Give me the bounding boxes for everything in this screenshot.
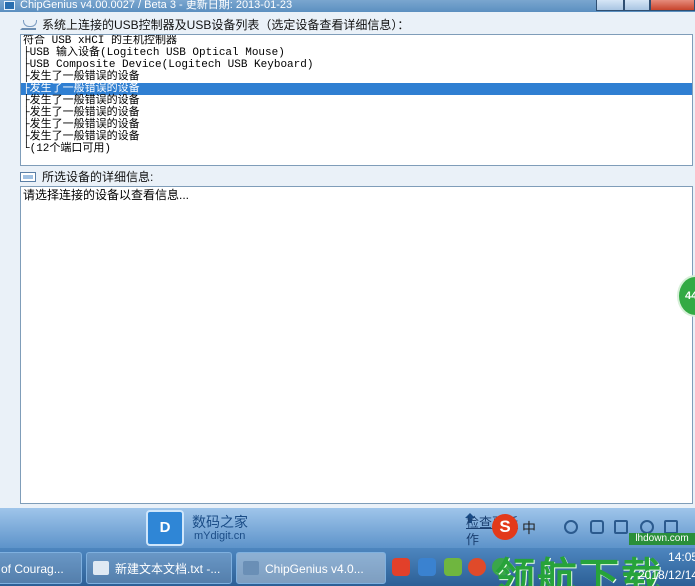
device-list-header-label: 系统上连接的USB控制器及USB设备列表（选定设备查看详细信息）： xyxy=(42,18,410,32)
skin-icon[interactable] xyxy=(640,520,654,534)
microphone-icon[interactable] xyxy=(590,520,604,534)
taskbar-item-label: 新建文本文档.txt -... xyxy=(115,562,221,576)
device-list-row[interactable]: ├USB 输入设备(Logitech USB Optical Mouse) xyxy=(21,47,692,59)
device-list-row[interactable]: ├发生了一般错误的设备 xyxy=(21,119,692,131)
app-icon xyxy=(4,1,15,10)
taskbar-item-label: ChipGenius v4.0... xyxy=(265,562,364,576)
taskbar-item-courage[interactable]: of Courag... xyxy=(0,552,82,584)
maximize-button[interactable] xyxy=(624,0,650,11)
taskbar-item-chipgenius[interactable]: ChipGenius v4.0... xyxy=(236,552,386,584)
site-name[interactable]: 数码之家 xyxy=(192,512,248,532)
device-list-row[interactable]: ├发生了一般错误的设备 xyxy=(21,71,692,83)
site-url[interactable]: mYdigit.cn xyxy=(194,530,245,542)
tray-browser-icon[interactable] xyxy=(468,558,486,576)
toolbox-icon[interactable] xyxy=(664,520,678,534)
chipgenius-icon xyxy=(243,561,259,575)
author-link[interactable]: 作 xyxy=(466,529,479,548)
minimize-button[interactable] xyxy=(596,0,624,11)
taskbar-clock[interactable]: 14:05 2018/12/14 xyxy=(638,548,695,584)
notepad-icon xyxy=(93,561,109,575)
device-list-row[interactable]: 符合 USB xHCI 的主机控制器 xyxy=(21,35,692,47)
taskbar-item-label: of Courag... xyxy=(1,562,64,576)
window-body: 系统上连接的USB控制器及USB设备列表（选定设备查看详细信息）： 符合 USB… xyxy=(0,12,695,508)
floating-badge-value: 44 xyxy=(685,290,695,302)
tray-security-icon[interactable] xyxy=(444,558,462,576)
details-header: 所选设备的详细信息: xyxy=(20,169,690,185)
device-list-row[interactable]: ├USB Composite Device(Logitech USB Keybo… xyxy=(21,59,692,71)
ime-language[interactable]: 中 xyxy=(522,518,536,538)
close-button[interactable] xyxy=(650,0,695,11)
taskbar-item-notepad[interactable]: 新建文本文档.txt -... xyxy=(86,552,232,584)
device-list-header: 系统上连接的USB控制器及USB设备列表（选定设备查看详细信息）： xyxy=(20,17,690,33)
device-list-row[interactable]: ├发生了一般错误的设备 xyxy=(21,83,692,95)
mydigit-logo-icon[interactable]: D xyxy=(146,510,184,546)
details-textarea[interactable]: 请选择连接的设备以查看信息... xyxy=(20,186,693,504)
device-list-row[interactable]: ├发生了一般错误的设备 xyxy=(21,95,692,107)
clock-date: 2018/12/14 xyxy=(638,568,695,582)
watermark-url: lhdown.com xyxy=(629,533,695,545)
window-titlebar[interactable]: ChipGenius v4.00.0027 / Beta 3 - 更新日期: 2… xyxy=(0,0,695,12)
sogou-ime-icon[interactable]: S xyxy=(492,514,518,540)
usb-icon xyxy=(20,20,37,30)
device-list[interactable]: 符合 USB xHCI 的主机控制器 ├USB 输入设备(Logitech USB… xyxy=(20,34,693,166)
device-list-row[interactable]: ├发生了一般错误的设备 xyxy=(21,107,692,119)
window-title: ChipGenius v4.00.0027 / Beta 3 - 更新日期: 2… xyxy=(20,0,293,11)
tray-app-icon[interactable] xyxy=(392,558,410,576)
details-text: 请选择连接的设备以查看信息... xyxy=(23,188,190,202)
emoji-icon[interactable] xyxy=(564,520,578,534)
details-window-icon xyxy=(20,172,36,182)
tray-network-icon[interactable] xyxy=(418,558,436,576)
details-header-label: 所选设备的详细信息: xyxy=(42,170,154,184)
keyboard-icon[interactable] xyxy=(614,520,628,534)
device-list-row[interactable]: ├发生了一般错误的设备 xyxy=(21,131,692,143)
clock-time: 14:05 xyxy=(668,550,695,564)
device-list-row[interactable]: └(12个端口可用) xyxy=(21,143,692,155)
